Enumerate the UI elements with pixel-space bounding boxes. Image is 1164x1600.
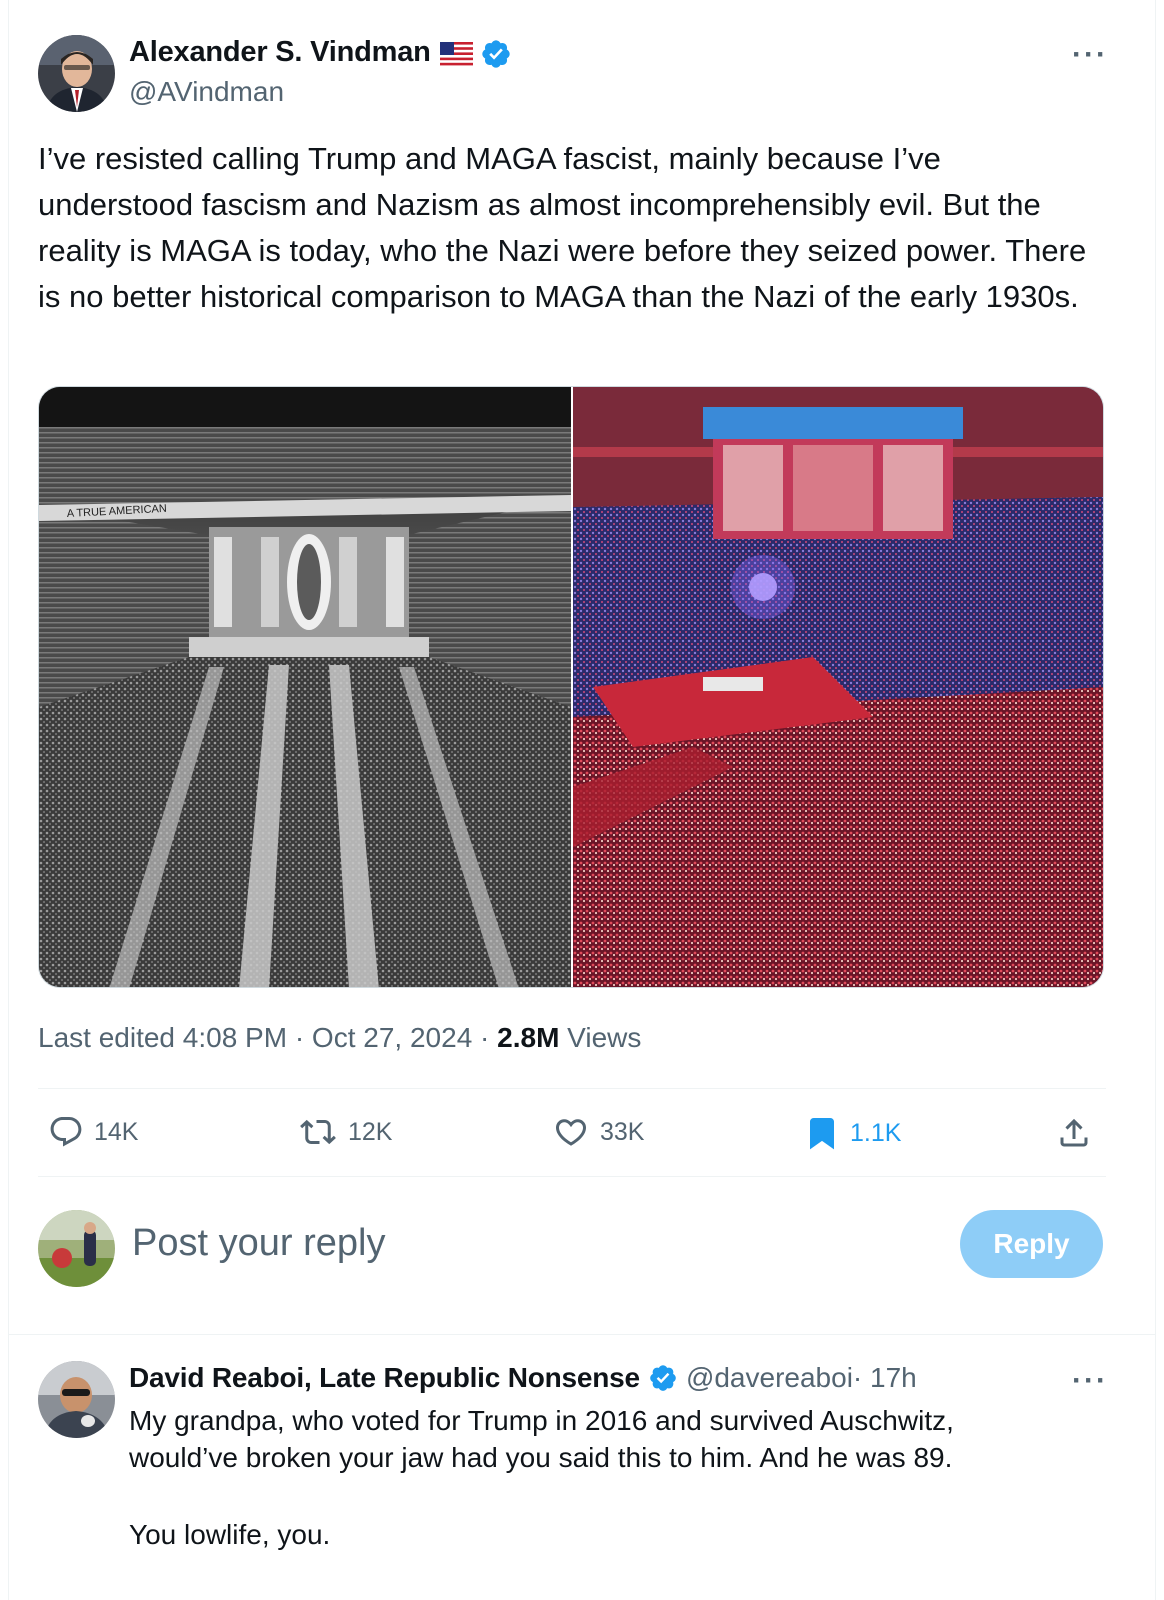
- repost-count: 12K: [348, 1117, 393, 1146]
- reply-author-name[interactable]: David Reaboi, Late Republic Nonsense: [129, 1362, 640, 1394]
- divider-bottom-actions: [38, 1176, 1106, 1177]
- verified-badge-icon[interactable]: [480, 38, 512, 70]
- repost-icon: [300, 1119, 336, 1145]
- media-divider: [571, 387, 573, 987]
- reply-timestamp[interactable]: · 17h: [853, 1362, 917, 1394]
- views-count: 2.8M: [497, 1022, 560, 1053]
- divider-composer: [8, 1334, 1156, 1335]
- repost-action[interactable]: 12K: [298, 1114, 392, 1150]
- more-options-icon[interactable]: ···: [1072, 38, 1108, 72]
- heart-icon: [555, 1119, 587, 1146]
- reply-text-line-2: would’ve broken your jaw had you said th…: [129, 1442, 953, 1473]
- share-action[interactable]: [1056, 1114, 1092, 1152]
- tweet-text: I’ve resisted calling Trump and MAGA fas…: [38, 141, 1087, 314]
- tweet-media[interactable]: A TRUE AMERICAN: [38, 386, 1104, 988]
- reply-more-options-icon[interactable]: ···: [1072, 1364, 1108, 1398]
- edited-timestamp[interactable]: Last edited 4:08 PM · Oct 27, 2024 ·: [38, 1022, 497, 1053]
- author-handle[interactable]: @AVindman: [129, 76, 284, 108]
- like-count: 33K: [600, 1117, 645, 1146]
- divider-top-actions: [38, 1088, 1106, 1089]
- us-flag-icon: [440, 42, 473, 66]
- reply-count: 14K: [94, 1117, 139, 1146]
- current-user-avatar[interactable]: [38, 1210, 115, 1287]
- views-label: Views: [559, 1022, 642, 1053]
- reply-text-spacer: [129, 1476, 954, 1516]
- share-icon: [1060, 1118, 1088, 1147]
- reply-text-line-3: You lowlife, you.: [129, 1519, 331, 1550]
- bookmark-icon: [810, 1118, 834, 1150]
- reply-input[interactable]: Post your reply: [132, 1222, 385, 1265]
- reply-action[interactable]: 14K: [48, 1114, 138, 1150]
- tweet-meta: Last edited 4:08 PM · Oct 27, 2024 · 2.8…: [38, 1022, 641, 1054]
- media-image-modern-rally[interactable]: [573, 387, 1103, 987]
- like-action[interactable]: 33K: [552, 1114, 644, 1150]
- reply-author-avatar[interactable]: [38, 1361, 115, 1438]
- reply-icon: [50, 1117, 82, 1147]
- bookmark-count: 1.1K: [850, 1118, 902, 1147]
- bookmark-action[interactable]: 1.1K: [804, 1114, 901, 1152]
- reply-text-line-1: My grandpa, who voted for Trump in 2016 …: [129, 1405, 954, 1436]
- reply-text: My grandpa, who voted for Trump in 2016 …: [129, 1402, 954, 1553]
- reply-button[interactable]: Reply: [960, 1210, 1103, 1278]
- verified-badge-icon[interactable]: [648, 1363, 678, 1393]
- author-name[interactable]: Alexander S. Vindman: [129, 36, 431, 69]
- media-image-historical-rally[interactable]: A TRUE AMERICAN: [39, 387, 571, 987]
- reply-author-handle[interactable]: @davereaboi: [686, 1362, 853, 1394]
- reply-header: David Reaboi, Late Republic Nonsense @da…: [129, 1362, 917, 1394]
- author-avatar[interactable]: [38, 35, 115, 112]
